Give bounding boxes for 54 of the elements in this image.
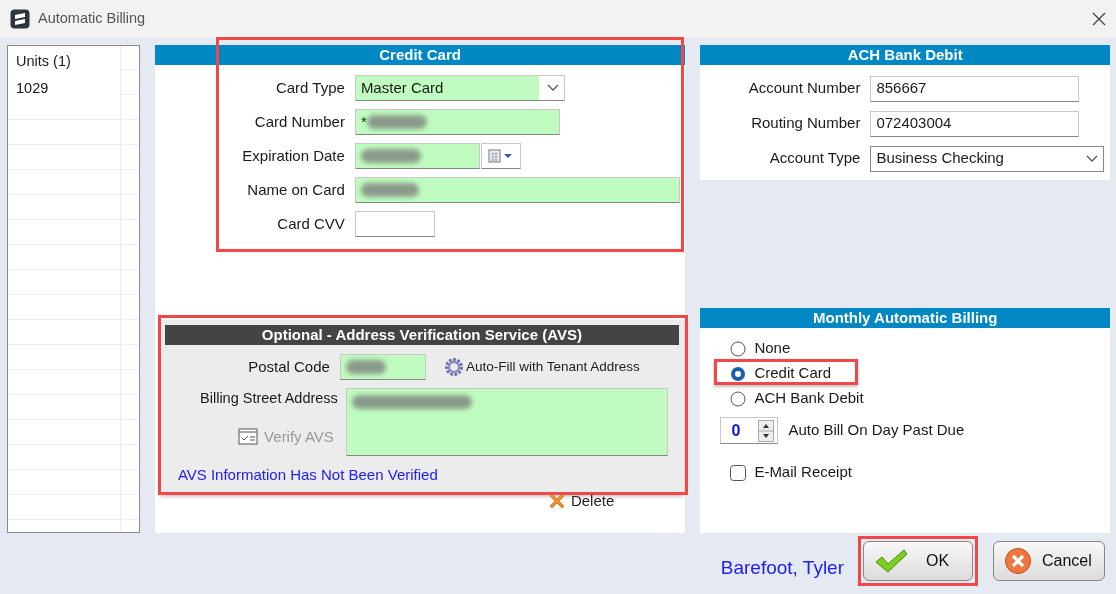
field-label: Account Type xyxy=(768,148,861,169)
field-label: Name on Card xyxy=(246,179,345,200)
field-label: Postal Code xyxy=(247,356,330,377)
radio-button[interactable] xyxy=(730,365,747,382)
radio-button[interactable] xyxy=(730,390,747,407)
field-label: Routing Number xyxy=(750,113,861,134)
radio-option[interactable]: Credit Card xyxy=(700,361,1110,386)
ok-button[interactable]: OK xyxy=(863,541,973,581)
section-header: ACH Bank Debit xyxy=(700,45,1110,65)
gear-icon xyxy=(443,357,464,377)
email-receipt-checkbox[interactable]: E-Mail Receipt xyxy=(700,460,1110,485)
section-header: Credit Card xyxy=(154,45,686,65)
field-label: Card Type xyxy=(274,77,345,98)
input-field[interactable]: 856667 xyxy=(870,75,1080,102)
delete-button[interactable]: Delete xyxy=(547,490,615,513)
field-label: Billing Street Address xyxy=(200,389,338,408)
chevron-down-icon[interactable] xyxy=(1086,154,1099,163)
field-label: Expiration Date xyxy=(241,145,345,166)
close-button[interactable] xyxy=(1090,10,1108,28)
autofill-link[interactable]: Auto-Fill with Tenant Address xyxy=(443,356,640,378)
input-field[interactable] xyxy=(354,211,435,237)
radio-option[interactable]: ACH Bank Debit xyxy=(700,386,1110,411)
app-logo-icon xyxy=(10,9,30,29)
section-header: Optional - Address Verification Service (AVS) xyxy=(164,325,679,345)
radio-option[interactable]: None xyxy=(700,336,1110,361)
tenant-name: Barefoot, Tyler xyxy=(720,555,844,580)
spinner-arrows-icon[interactable] xyxy=(758,419,775,442)
window-title: Automatic Billing xyxy=(38,9,147,29)
field-label: Card Number xyxy=(253,111,345,132)
section-header: Monthly Automatic Billing xyxy=(700,308,1110,328)
close-icon xyxy=(1092,12,1106,26)
chevron-down-icon[interactable] xyxy=(546,84,559,92)
input-field[interactable] xyxy=(354,177,680,203)
checklist-icon xyxy=(238,428,259,446)
input-field[interactable] xyxy=(354,143,480,169)
account-type-select[interactable]: Business Checking xyxy=(870,145,1105,172)
input-field[interactable]: 072403004 xyxy=(870,110,1080,137)
input-field[interactable] xyxy=(339,354,426,380)
field-label: Account Number xyxy=(747,78,861,99)
card-type-select[interactable]: Master Card xyxy=(354,75,565,101)
checkbox[interactable] xyxy=(730,464,747,481)
radio-button[interactable] xyxy=(730,340,747,357)
delete-icon xyxy=(547,492,566,511)
calendar-icon xyxy=(487,148,514,164)
field-label: Card CVV xyxy=(276,213,345,234)
field-label: Auto Bill On Day Past Due xyxy=(788,420,965,441)
number-spinner[interactable]: 0 xyxy=(720,417,779,444)
input-field[interactable]: * xyxy=(354,109,560,135)
checkmark-icon xyxy=(874,548,908,574)
calendar-button[interactable] xyxy=(480,143,521,169)
status-message: AVS Information Has Not Been Verified xyxy=(177,465,439,485)
input-field[interactable] xyxy=(345,388,668,456)
cancel-icon xyxy=(1004,547,1032,575)
cancel-button[interactable]: Cancel xyxy=(993,541,1105,581)
